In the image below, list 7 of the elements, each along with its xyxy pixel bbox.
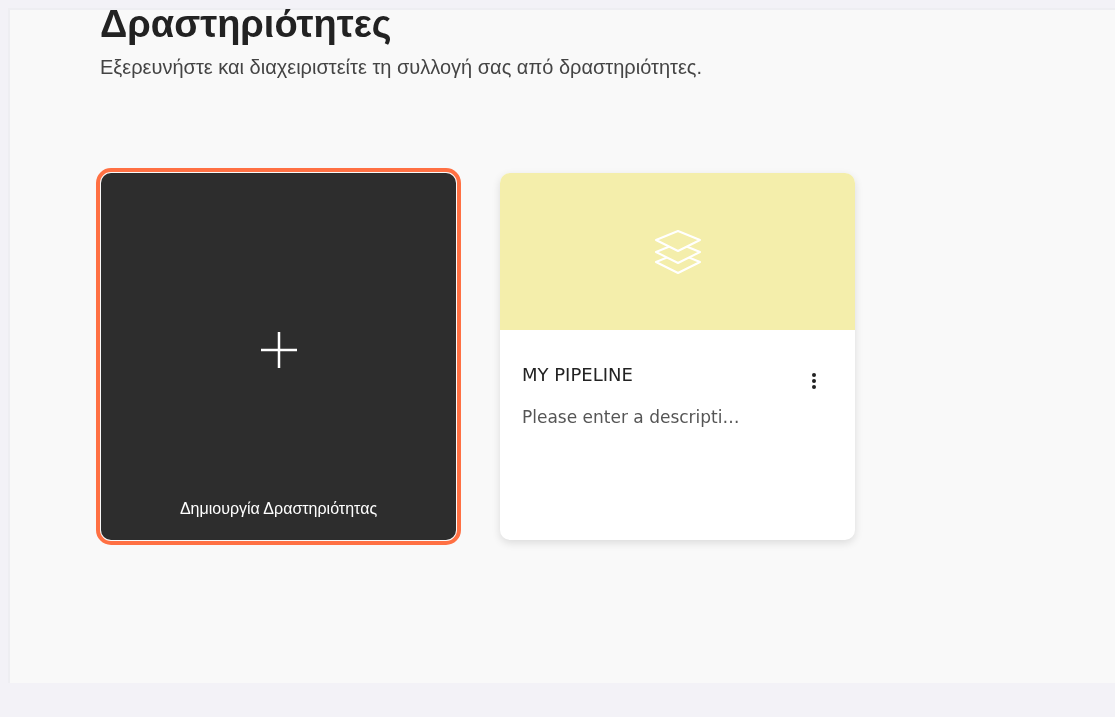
card-description: Please enter a descripti… xyxy=(522,407,741,427)
card-title: MY PIPELINE xyxy=(522,364,633,385)
page-subtitle: Εξερευνήστε και διαχειριστείτε τη συλλογή σας από δραστηριότητες. xyxy=(100,56,704,79)
activity-card[interactable]: MY PIPELINE Please enter a descripti… xyxy=(500,173,855,540)
more-options-icon[interactable] xyxy=(811,372,817,390)
layers-icon xyxy=(652,228,703,275)
plus-icon xyxy=(258,330,299,370)
